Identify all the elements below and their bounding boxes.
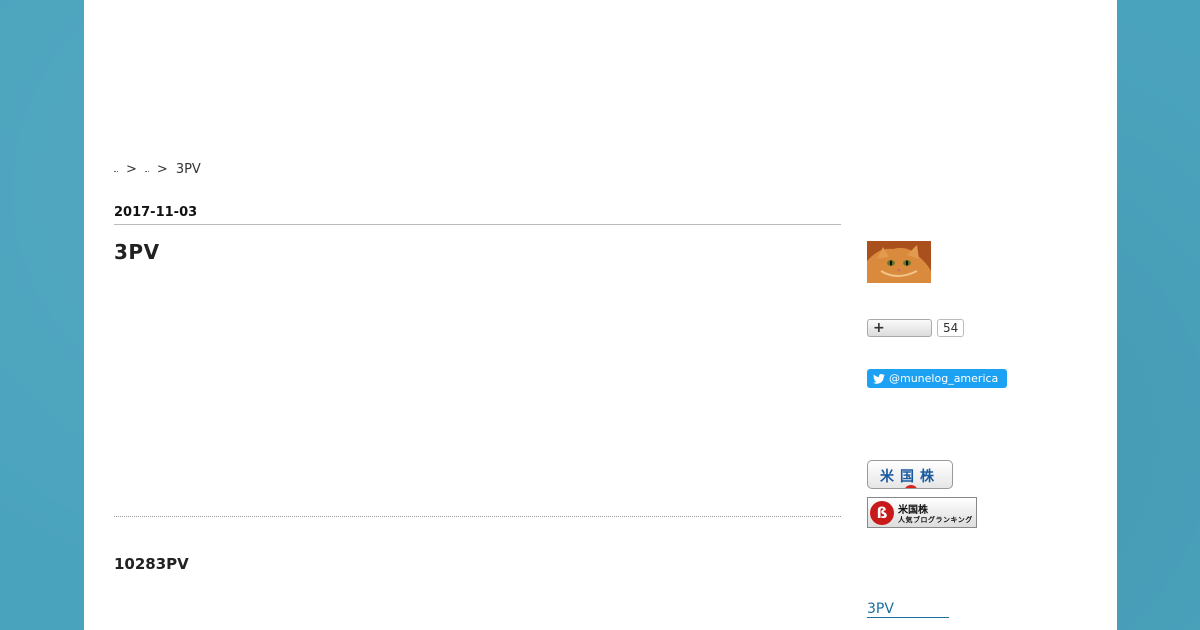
- profile-avatar[interactable]: [867, 241, 931, 283]
- article-date: 2017-11-03: [114, 205, 841, 225]
- breadcrumb: > > 3PV: [114, 162, 201, 177]
- us-stocks-badge-label: 米国株: [880, 469, 940, 485]
- article-title[interactable]: 3PV: [114, 240, 160, 264]
- follower-count: 54: [937, 319, 965, 337]
- breadcrumb-category-link[interactable]: [144, 167, 149, 172]
- blog-ranking-badge[interactable]: ß 米国株 人気ブログランキング: [867, 497, 977, 528]
- follow-button[interactable]: +: [867, 319, 932, 337]
- us-stocks-badge[interactable]: 米国株: [867, 460, 953, 489]
- page-container: > > 3PV 2017-11-03 3PV 10283PV + 54 @mun…: [84, 0, 1117, 630]
- breadcrumb-separator: >: [126, 162, 137, 177]
- article-divider: [114, 516, 841, 517]
- follow-widget: + 54: [867, 319, 965, 337]
- sidebar-entry-link[interactable]: 3PV: [867, 601, 949, 618]
- breadcrumb-home-link[interactable]: [114, 167, 118, 172]
- breadcrumb-current: 3PV: [175, 162, 201, 177]
- ranking-badge-title: 米国株: [898, 505, 928, 516]
- twitter-follow-button[interactable]: @munelog_america: [867, 369, 1007, 388]
- twitter-bird-icon: [873, 373, 885, 384]
- breadcrumb-separator: >: [156, 162, 168, 177]
- ranking-badge-subtitle: 人気ブログランキング: [898, 516, 973, 524]
- cat-photo-icon: [867, 241, 931, 283]
- twitter-handle: @munelog_america: [889, 372, 999, 385]
- plus-icon: +: [873, 320, 885, 336]
- ranking-logo-icon: ß: [870, 501, 894, 525]
- next-entry-heading[interactable]: 10283PV: [114, 555, 189, 573]
